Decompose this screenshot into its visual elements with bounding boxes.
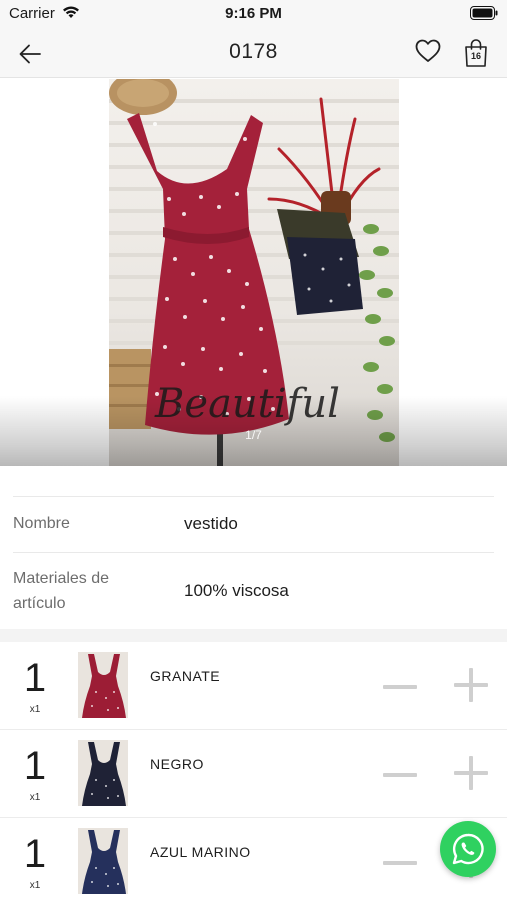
cart-button[interactable]: 16 — [463, 38, 489, 68]
increase-quantity-button[interactable] — [452, 754, 490, 792]
name-value: vestido — [184, 514, 238, 533]
minus-icon — [383, 861, 417, 865]
divider — [13, 496, 494, 497]
section-separator — [0, 629, 507, 642]
cart-count-badge: 16 — [470, 51, 481, 61]
quantity-multiplier: x1 — [29, 792, 41, 803]
minus-icon — [383, 773, 417, 777]
increase-quantity-button[interactable] — [452, 666, 490, 704]
variant-row: 1 x1 AZUL MARINO — [0, 818, 507, 900]
product-details: Nombre vestido Materiales de artículo 10… — [0, 466, 507, 629]
quantity-value: 1 — [23, 656, 47, 700]
quantity-value: 1 — [23, 832, 47, 876]
variant-thumbnail — [78, 740, 128, 806]
divider — [13, 552, 494, 553]
whatsapp-button[interactable] — [440, 821, 496, 877]
variant-name: NEGRO — [150, 756, 204, 772]
page-indicator: 1/7 — [245, 428, 262, 442]
variant-thumbnail — [78, 828, 128, 894]
materials-label-line2: artículo — [13, 595, 66, 612]
battery-icon — [470, 6, 498, 25]
variant-row: 1 x1 GRANATE — [0, 642, 507, 730]
decrease-quantity-button[interactable] — [381, 756, 419, 794]
clock: 9:16 PM — [225, 5, 282, 22]
materials-label-line1: Materiales de — [13, 570, 110, 587]
plus-icon — [454, 756, 488, 790]
materials-value: 100% viscosa — [184, 581, 289, 600]
quantity-multiplier: x1 — [29, 704, 41, 715]
quantity-value: 1 — [23, 744, 47, 788]
favorite-button[interactable] — [415, 39, 443, 67]
variant-name: AZUL MARINO — [150, 844, 251, 860]
variant-thumbnail — [78, 652, 128, 718]
minus-icon — [383, 685, 417, 689]
variant-name: GRANATE — [150, 668, 221, 684]
quantity-multiplier: x1 — [29, 880, 41, 891]
plus-icon — [454, 668, 488, 702]
status-bar: Carrier 9:16 PM — [0, 0, 507, 28]
decrease-quantity-button[interactable] — [381, 668, 419, 706]
decrease-quantity-button[interactable] — [381, 844, 419, 882]
name-label: Nombre — [13, 515, 70, 532]
variant-row: 1 x1 NEGRO — [0, 730, 507, 818]
whatsapp-icon — [452, 833, 484, 865]
navigation-bar: 0178 16 — [0, 28, 507, 78]
product-image-carousel[interactable]: Beautiful 1/7 — [0, 79, 507, 466]
heart-icon — [415, 39, 441, 62]
